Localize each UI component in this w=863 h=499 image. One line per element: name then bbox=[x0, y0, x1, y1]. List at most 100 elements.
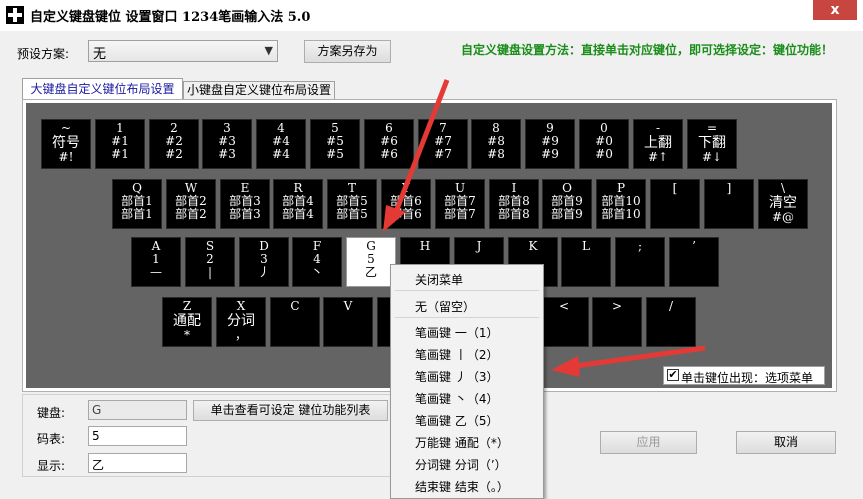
key-line-1: ~ bbox=[60, 121, 72, 135]
key-7[interactable]: 7 #7 #7 bbox=[418, 119, 468, 169]
key-line-1: J bbox=[476, 239, 482, 253]
key-W[interactable]: W 部首2 部首2 bbox=[166, 179, 216, 229]
key-line-3: 部首7 bbox=[444, 207, 476, 221]
key-line-3: 部首1 bbox=[121, 207, 153, 221]
menu-item-stroke-2[interactable]: 笔画键 丨（2） bbox=[415, 346, 498, 363]
cancel-button[interactable]: 取消 bbox=[736, 431, 836, 454]
key-line-2: 符号 bbox=[52, 135, 80, 151]
key-’[interactable]: ’ bbox=[669, 237, 719, 287]
key-line-3: 部首2 bbox=[175, 207, 207, 221]
key-line-3: — bbox=[150, 265, 162, 279]
key-/[interactable]: / bbox=[646, 297, 696, 347]
key-line-2: 分词 bbox=[227, 313, 255, 329]
key-Z[interactable]: Z 通配 * bbox=[162, 297, 212, 347]
save-as-button[interactable]: 方案另存为 bbox=[304, 40, 391, 63]
tab-numpad[interactable]: 小键盘自定义键位布局设置 bbox=[183, 81, 335, 100]
tab-main-keyboard[interactable]: 大键盘自定义键位布局设置 bbox=[22, 78, 183, 100]
key-1[interactable]: 1 #1 #1 bbox=[95, 119, 145, 169]
key-U[interactable]: U 部首7 部首7 bbox=[435, 179, 485, 229]
key-line-1: = bbox=[706, 121, 718, 135]
key-line-1: - bbox=[655, 121, 661, 135]
context-menu: 关闭菜单 无（留空） 笔画键 一（1） 笔画键 丨（2） 笔画键 丿（3） 笔画… bbox=[390, 264, 544, 499]
menu-item-stroke-5[interactable]: 笔画键 乙（5） bbox=[415, 412, 498, 429]
menu-item-split[interactable]: 分词键 分词（’） bbox=[415, 456, 507, 473]
key-;[interactable]: ; bbox=[615, 237, 665, 287]
key-line-1: [ bbox=[672, 181, 678, 195]
key-P[interactable]: P 部首10 部首10 bbox=[596, 179, 646, 229]
key-line-3: #2 bbox=[165, 147, 183, 161]
key--[interactable]: - 上翻 #↑ bbox=[633, 119, 683, 169]
code-field[interactable]: 5 bbox=[88, 426, 187, 446]
key-[[interactable]: [ bbox=[650, 179, 700, 229]
key-line-3: #↑ bbox=[647, 150, 669, 164]
menu-item-stroke-1[interactable]: 笔画键 一（1） bbox=[415, 324, 498, 341]
key-9[interactable]: 9 #9 #9 bbox=[525, 119, 575, 169]
key-8[interactable]: 8 #8 #8 bbox=[471, 119, 521, 169]
menu-item-stroke-4[interactable]: 笔画键 丶（4） bbox=[415, 390, 498, 407]
key-line-2: 清空 bbox=[769, 195, 797, 211]
key-line-3: ， bbox=[234, 328, 247, 342]
key-label: 键盘: bbox=[37, 406, 66, 420]
display-field[interactable]: 乙 bbox=[88, 453, 187, 473]
key-line-3: 部首10 bbox=[601, 207, 641, 221]
key-line-1: H bbox=[419, 239, 431, 253]
key-line-1: \ bbox=[780, 181, 786, 195]
key-line-1: ] bbox=[726, 181, 732, 195]
key-line-2: 下翻 bbox=[698, 135, 726, 151]
function-list-button[interactable]: 单击查看可设定 键位功能列表 bbox=[193, 400, 388, 421]
key-L[interactable]: L bbox=[561, 237, 611, 287]
key-Y[interactable]: Y 部首6 部首6 bbox=[381, 179, 431, 229]
key-line-3: * bbox=[184, 328, 190, 342]
key-line-1: / bbox=[668, 299, 674, 313]
close-button[interactable]: x bbox=[813, 0, 857, 20]
key-line-1: C bbox=[290, 299, 300, 313]
scheme-select-value: 无 bbox=[93, 47, 107, 62]
key-\[interactable]: \ 清空 #@ bbox=[758, 179, 808, 229]
key-~[interactable]: ~ 符号 #! bbox=[41, 119, 91, 169]
key-X[interactable]: X 分词， bbox=[216, 297, 266, 347]
key-line-3: #0 bbox=[595, 147, 613, 161]
key-D[interactable]: D3丿 bbox=[239, 237, 289, 287]
key-][interactable]: ] bbox=[704, 179, 754, 229]
key-R[interactable]: R 部首4 部首4 bbox=[273, 179, 323, 229]
scheme-select[interactable]: 无 ▼ bbox=[88, 40, 278, 62]
key-V[interactable]: V bbox=[323, 297, 373, 347]
menu-item-wildcard[interactable]: 万能键 通配（*） bbox=[415, 434, 509, 451]
menu-item-end[interactable]: 结束键 结束（。） bbox=[415, 478, 509, 495]
menu-item-none[interactable]: 无（留空） bbox=[415, 298, 475, 315]
key-line-3: 部首5 bbox=[336, 207, 368, 221]
key-Q[interactable]: Q 部首1 部首1 bbox=[112, 179, 162, 229]
key-line-3: 乙 bbox=[364, 265, 377, 279]
key-C[interactable]: C bbox=[270, 297, 320, 347]
key-F[interactable]: F4丶 bbox=[292, 237, 342, 287]
key-<[interactable]: < bbox=[539, 297, 589, 347]
key-line-1: ’ bbox=[692, 239, 696, 253]
key-E[interactable]: E 部首3 部首3 bbox=[220, 179, 270, 229]
key-=[interactable]: = 下翻 #↓ bbox=[687, 119, 737, 169]
key->[interactable]: > bbox=[592, 297, 642, 347]
key-A[interactable]: A 1— bbox=[131, 237, 181, 287]
menu-item-stroke-3[interactable]: 笔画键 丿（3） bbox=[415, 368, 498, 385]
key-line-1: X bbox=[236, 299, 246, 313]
menu-item-close[interactable]: 关闭菜单 bbox=[415, 271, 463, 288]
key-O[interactable]: O 部首9 部首9 bbox=[542, 179, 592, 229]
key-4[interactable]: 4 #4 #4 bbox=[256, 119, 306, 169]
key-T[interactable]: T 部首5 部首5 bbox=[327, 179, 377, 229]
key-6[interactable]: 6 #6 #6 bbox=[364, 119, 414, 169]
key-3[interactable]: 3 #3 #3 bbox=[202, 119, 252, 169]
key-5[interactable]: 5 #5 #5 bbox=[310, 119, 360, 169]
key-line-3: 丶 bbox=[310, 265, 323, 279]
key-line-3: 部首4 bbox=[282, 207, 314, 221]
key-line-1: K bbox=[528, 239, 538, 253]
checkbox[interactable]: ✔ bbox=[667, 369, 679, 381]
apply-button[interactable]: 应用 bbox=[600, 431, 697, 454]
key-I[interactable]: I 部首8 部首8 bbox=[489, 179, 539, 229]
key-G[interactable]: G5乙 bbox=[346, 237, 396, 287]
key-S[interactable]: S 2 | bbox=[185, 237, 235, 287]
key-2[interactable]: 2 #2 #2 bbox=[149, 119, 199, 169]
window-title: 自定义键盘键位 设置窗口 1234笔画输入法 5.0 bbox=[30, 10, 311, 25]
key-line-3: | bbox=[207, 265, 213, 279]
key-field: G bbox=[88, 400, 187, 420]
menu-separator bbox=[395, 290, 539, 291]
key-0[interactable]: 0 #0 #0 bbox=[579, 119, 629, 169]
